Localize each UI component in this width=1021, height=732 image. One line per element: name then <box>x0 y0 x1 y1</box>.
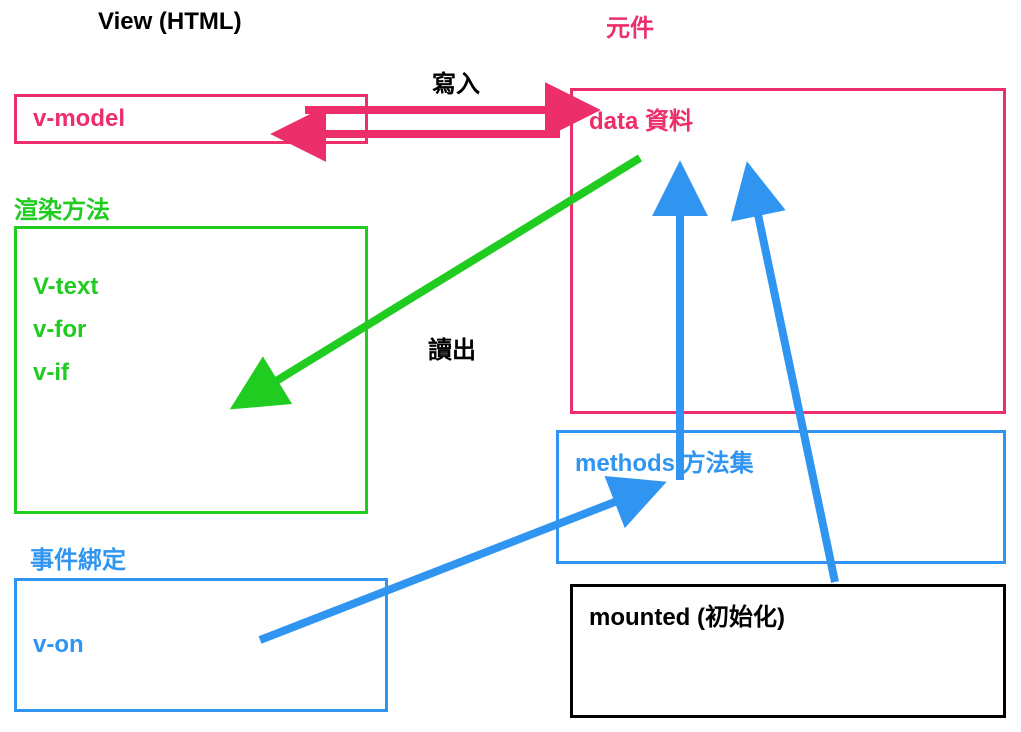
box-v-on: v-on <box>14 578 388 712</box>
label-render-methods: 渲染方法 <box>14 190 110 225</box>
label-write: 寫入 <box>432 64 480 99</box>
label-read: 讀出 <box>428 330 476 365</box>
text-mounted: mounted (初始化) <box>589 604 785 631</box>
box-render-methods: V-text v-for v-if <box>14 226 368 514</box>
header-component: 元件 <box>606 8 654 43</box>
text-v-for: v-for <box>33 308 349 351</box>
text-v-text: V-text <box>33 265 349 308</box>
text-methods: methods 方法集 <box>575 450 754 477</box>
text-v-model: v-model <box>33 105 125 133</box>
label-event-binding: 事件綁定 <box>30 540 126 575</box>
text-v-if: v-if <box>33 351 349 394</box>
box-mounted: mounted (初始化) <box>570 584 1006 718</box>
box-v-model: v-model <box>14 94 368 144</box>
box-methods: methods 方法集 <box>556 430 1006 564</box>
text-data: data 資料 <box>589 108 693 135</box>
text-v-on: v-on <box>33 631 84 659</box>
box-data: data 資料 <box>570 88 1006 414</box>
header-view-html: View (HTML) <box>98 8 242 36</box>
